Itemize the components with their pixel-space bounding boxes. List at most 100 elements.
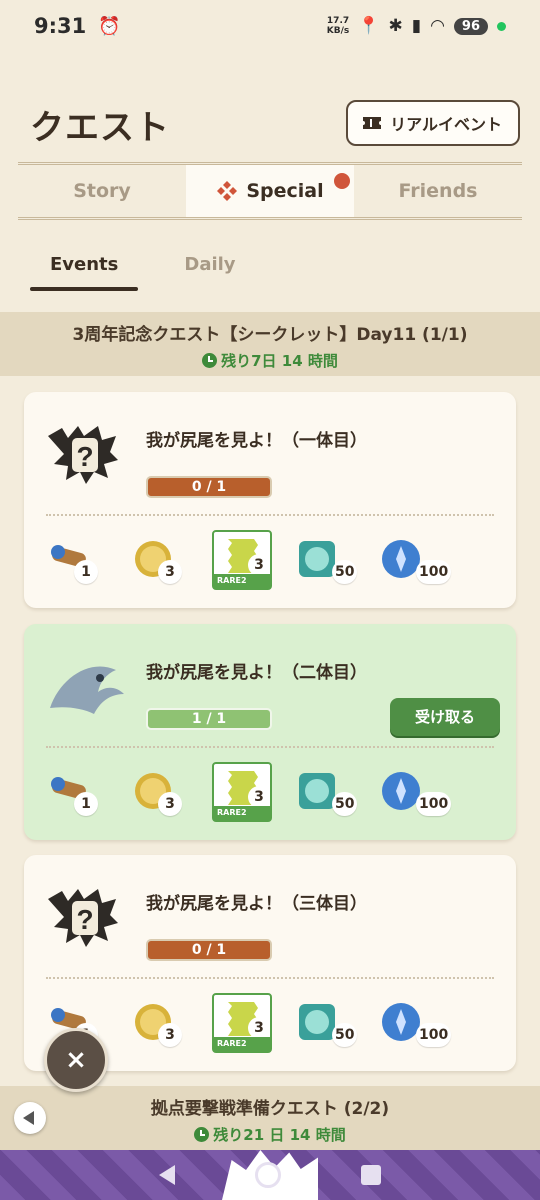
divider (46, 977, 494, 979)
reward-qty: 100 (416, 560, 452, 584)
close-button[interactable]: × (44, 1028, 108, 1092)
page-title: クエスト (30, 108, 170, 148)
reward-qty: 1 (74, 792, 98, 816)
claim-button[interactable]: 受け取る (390, 698, 500, 736)
nav-home-icon[interactable] (255, 1162, 281, 1188)
monster-icon (50, 666, 124, 714)
reward-list: 1 3 3 RARE2 50 100 (44, 993, 460, 1053)
alarm-icon: ⏰ (98, 15, 121, 37)
clock-icon (194, 1127, 210, 1142)
svg-text:?: ? (76, 441, 93, 472)
real-event-label: リアルイベント (390, 115, 502, 134)
reward-rare[interactable]: 3 RARE2 (212, 530, 292, 590)
back-arrow-icon[interactable] (14, 1102, 46, 1134)
status-bar: 9:31 ⏰ 17.7 KB/s 📍 ✱ ▮ ◠ 96 (0, 0, 540, 52)
notification-dot (334, 173, 350, 189)
reward-qty: 100 (416, 792, 452, 816)
reward-qty: 3 (248, 786, 270, 808)
reward-coin[interactable]: 3 (128, 762, 212, 822)
reward-coin[interactable]: 3 (128, 530, 212, 590)
quest-title: 我が尻尾を見よ！（一体目） (146, 431, 367, 451)
section-timer: 残り7日 14 時間 (0, 350, 540, 371)
reward-orb[interactable]: 100 (376, 762, 460, 822)
rare-label: RARE2 (214, 1037, 270, 1051)
tab-friends-label: Friends (398, 180, 478, 202)
subtab-events[interactable]: Events (30, 250, 139, 291)
reward-list: 1 3 3 RARE2 50 100 (44, 530, 460, 590)
svg-text:?: ? (76, 904, 93, 935)
quest-tabs: Story Special Friends (18, 162, 522, 220)
reward-orb[interactable]: 100 (376, 530, 460, 590)
nav-recent-icon[interactable] (361, 1165, 381, 1185)
privacy-dot (497, 21, 506, 31)
quest-card[interactable]: 我が尻尾を見よ！（二体目） 1 / 1 受け取る 1 3 3 RARE2 50 … (24, 624, 516, 840)
section-banner: 拠点要撃戦準備クエスト (2/2) 残り21 日 14 時間 (0, 1086, 540, 1150)
divider (46, 514, 494, 516)
reward-qty: 3 (158, 1023, 182, 1047)
status-time: 9:31 (34, 14, 87, 38)
quest-title: 我が尻尾を見よ！（三体目） (146, 894, 367, 914)
reward-scope[interactable]: 1 (44, 530, 128, 590)
section-timer: 残り21 日 14 時間 (0, 1124, 540, 1145)
reward-list: 1 3 3 RARE2 50 100 (44, 762, 460, 822)
net-speed-unit: KB/s (326, 26, 350, 36)
monster-icon: ? (48, 426, 118, 484)
reward-gem[interactable]: 50 (292, 993, 376, 1053)
rare-label: RARE2 (214, 806, 270, 820)
reward-qty: 50 (332, 1023, 358, 1047)
section-title: 拠点要撃戦準備クエスト (2/2) (150, 1099, 390, 1119)
bluetooth-icon: ✱ (388, 16, 403, 36)
rare-label: RARE2 (214, 574, 270, 588)
rare-item-frame: 3 RARE2 (212, 762, 272, 822)
net-speed-value: 17.7 (326, 16, 350, 26)
tab-story-label: Story (73, 180, 131, 202)
reward-coin[interactable]: 3 (128, 993, 212, 1053)
reward-qty: 50 (332, 560, 358, 584)
reward-qty: 50 (332, 792, 358, 816)
quest-title: 我が尻尾を見よ！（二体目） (146, 663, 367, 683)
section-title: 3周年記念クエスト【シークレット】Day11 (1/1) (72, 325, 468, 345)
divider (46, 746, 494, 748)
header: クエスト リアルイベント (0, 90, 540, 160)
reward-qty: 3 (248, 1017, 270, 1039)
signal-icon: ▮ (411, 16, 422, 36)
location-icon: 📍 (358, 16, 380, 36)
tab-special-label: Special (246, 180, 324, 202)
reward-qty: 3 (248, 554, 270, 576)
reward-qty: 3 (158, 560, 182, 584)
real-event-button[interactable]: リアルイベント (346, 100, 520, 146)
tab-friends[interactable]: Friends (354, 165, 522, 217)
reward-rare[interactable]: 3 RARE2 (212, 762, 292, 822)
ticket-icon (363, 117, 382, 129)
quest-progress: 0 / 1 (146, 476, 272, 498)
reward-orb[interactable]: 100 (376, 993, 460, 1053)
monster-icon: ? (48, 889, 118, 947)
reward-gem[interactable]: 50 (292, 762, 376, 822)
subtab-daily[interactable]: Daily (164, 250, 255, 285)
rare-item-frame: 3 RARE2 (212, 993, 272, 1053)
quest-progress: 1 / 1 (146, 708, 272, 730)
battery-indicator: 96 (453, 17, 488, 35)
reward-rare[interactable]: 3 RARE2 (212, 993, 292, 1053)
reward-scope[interactable]: 1 (44, 762, 128, 822)
tab-story[interactable]: Story (18, 165, 186, 217)
nav-back-icon[interactable] (159, 1165, 175, 1185)
reward-qty: 100 (416, 1023, 452, 1047)
section-timer-text: 残り7日 14 時間 (221, 352, 338, 370)
rare-item-frame: 3 RARE2 (212, 530, 272, 590)
special-icon (217, 181, 238, 201)
status-icons: 17.7 KB/s 📍 ✱ ▮ ◠ 96 (327, 16, 506, 36)
tab-special[interactable]: Special (186, 165, 354, 217)
section-timer-text: 残り21 日 14 時間 (213, 1126, 346, 1144)
section-banner: 3周年記念クエスト【シークレット】Day11 (1/1) 残り7日 14 時間 (0, 312, 540, 376)
quest-progress: 0 / 1 (146, 939, 272, 961)
reward-gem[interactable]: 50 (292, 530, 376, 590)
sub-tabs: Events Daily (30, 250, 256, 291)
wifi-icon: ◠ (430, 16, 445, 36)
reward-qty: 3 (158, 792, 182, 816)
clock-icon (202, 353, 218, 368)
reward-qty: 1 (74, 560, 98, 584)
system-nav-bar (0, 1150, 540, 1200)
net-speed: 17.7 KB/s (327, 16, 349, 36)
quest-card[interactable]: ? 我が尻尾を見よ！（一体目） 0 / 1 1 3 3 RARE2 50 100 (24, 392, 516, 608)
